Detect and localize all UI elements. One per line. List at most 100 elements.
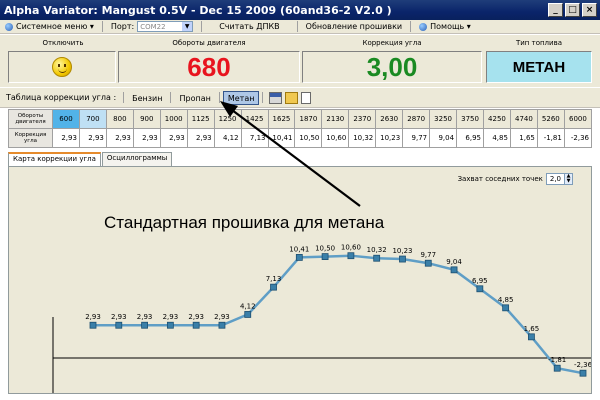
data-point[interactable] — [166, 321, 174, 329]
correction-cell[interactable]: 7,13 — [240, 128, 269, 148]
rpm-cell[interactable]: 1125 — [186, 109, 215, 129]
rpm-cell[interactable]: 5260 — [536, 109, 565, 129]
capture-value: 2,0 — [549, 175, 561, 183]
separator — [262, 92, 264, 103]
data-point[interactable] — [321, 253, 329, 260]
correction-cell[interactable]: -1,81 — [536, 128, 565, 148]
correction-cell[interactable]: 9,77 — [402, 128, 431, 148]
correction-cell[interactable]: 6,95 — [456, 128, 484, 148]
system-menu[interactable]: Системное меню ▾ — [0, 20, 99, 34]
correction-cell[interactable]: 2,93 — [105, 128, 134, 148]
port-value: COM22 — [140, 22, 166, 31]
rpm-cell[interactable]: 1870 — [294, 109, 323, 129]
rpm-cell[interactable]: 900 — [132, 109, 161, 129]
capture-spinner[interactable]: 2,0 ▲ ▼ — [545, 173, 573, 185]
rpm-cell[interactable]: 2130 — [321, 109, 350, 129]
data-point[interactable] — [244, 311, 252, 318]
correction-cell[interactable]: 10,23 — [375, 128, 404, 148]
correction-chart[interactable]: 2,93 2,93 2,93 2,93 2,93 2,93 4,12 7,13 10,41 10,… — [9, 167, 592, 394]
data-point[interactable] — [579, 369, 587, 377]
correction-cell[interactable]: 4,12 — [213, 128, 242, 148]
data-point[interactable] — [476, 285, 484, 293]
data-label: 6,95 — [472, 277, 488, 285]
menu-bar: Системное меню ▾ Порт: COM22 ▼ Считать Д… — [0, 20, 600, 34]
fuel-methane-button[interactable]: Метан — [222, 90, 260, 105]
data-point[interactable] — [115, 321, 123, 329]
correction-cell[interactable]: -2,36 — [563, 128, 593, 148]
rpm-cell[interactable]: 4740 — [509, 109, 538, 129]
correction-cell[interactable]: 2,93 — [132, 128, 161, 148]
tab-correction-map[interactable]: Карта коррекции угла — [8, 152, 101, 167]
rpm-cell[interactable]: 1000 — [159, 109, 188, 129]
data-point[interactable] — [502, 304, 510, 312]
rpm-cell[interactable]: 600 — [52, 109, 80, 129]
rpm-cell[interactable]: 6000 — [563, 109, 593, 129]
tab-oscillograms[interactable]: Осциллограммы — [101, 152, 173, 166]
read-dpkv-button[interactable]: Считать ДПКВ — [205, 20, 293, 34]
chevron-down-icon: ▼ — [182, 22, 193, 31]
smiley-icon — [52, 57, 72, 77]
fuel-petrol-button[interactable]: Бензин — [127, 91, 167, 105]
fuel-propane-button[interactable]: Пропан — [174, 91, 215, 105]
correction-cell[interactable]: 10,50 — [294, 128, 323, 148]
rpm-cell[interactable]: 1250 — [213, 109, 242, 129]
data-point[interactable] — [89, 321, 97, 329]
data-point[interactable] — [270, 283, 277, 291]
rpm-cell[interactable]: 3250 — [429, 109, 458, 129]
data-point[interactable] — [141, 321, 148, 329]
port-group: Порт: COM22 ▼ — [106, 20, 198, 34]
rpm-cell[interactable]: 2630 — [375, 109, 404, 129]
save-icon[interactable] — [269, 91, 283, 104]
data-label: 9,04 — [446, 258, 462, 266]
separator — [170, 92, 172, 103]
spinner-arrows-icon[interactable]: ▲ ▼ — [564, 174, 572, 184]
rpm-cell[interactable]: 800 — [105, 109, 134, 129]
rpm-label: Обороты двигателя — [172, 39, 246, 47]
correction-cell[interactable]: 10,32 — [348, 128, 377, 148]
data-point[interactable] — [399, 255, 406, 263]
rpm-cell[interactable]: 2870 — [402, 109, 431, 129]
data-point[interactable] — [373, 254, 381, 262]
data-label: 4,12 — [240, 302, 256, 310]
data-label: 1,65 — [524, 325, 540, 333]
window-title: Alpha Variator: Mangust 0.5V - Dec 15 20… — [4, 3, 392, 17]
angle-label: Коррекция угла — [362, 39, 422, 47]
update-firmware-button[interactable]: Обновление прошивки — [301, 20, 407, 34]
data-point[interactable] — [553, 364, 561, 372]
rpm-cell[interactable]: 3750 — [456, 109, 484, 129]
port-select[interactable]: COM22 ▼ — [137, 21, 194, 32]
correction-row-header: Коррекция угла — [8, 128, 53, 148]
rpm-cell[interactable]: 1425 — [240, 109, 269, 129]
data-label: 10,41 — [289, 245, 309, 253]
data-label: 9,77 — [420, 251, 436, 259]
new-file-icon[interactable] — [301, 91, 312, 104]
data-point[interactable] — [192, 321, 200, 329]
rpm-cell[interactable]: 700 — [78, 109, 107, 129]
rpm-cell[interactable]: 2370 — [348, 109, 377, 129]
correction-cell[interactable]: 9,04 — [429, 128, 458, 148]
correction-cell[interactable]: 2,93 — [186, 128, 215, 148]
correction-cell[interactable]: 4,85 — [483, 128, 511, 148]
rpm-cell[interactable]: 4250 — [483, 109, 511, 129]
data-point[interactable] — [347, 252, 355, 260]
help-menu[interactable]: Помощь ▾ — [414, 20, 476, 34]
data-point[interactable] — [528, 333, 535, 341]
separator — [410, 21, 412, 32]
data-point[interactable] — [218, 321, 226, 329]
disable-button[interactable] — [8, 51, 116, 83]
minimize-button[interactable]: _ — [548, 3, 563, 17]
correction-cell[interactable]: 10,60 — [321, 128, 350, 148]
correction-cell[interactable]: 2,93 — [78, 128, 107, 148]
rpm-cell[interactable]: 1625 — [267, 109, 296, 129]
data-point[interactable] — [450, 266, 458, 274]
correction-cell[interactable]: 1,65 — [509, 128, 538, 148]
correction-cell[interactable]: 2,93 — [159, 128, 188, 148]
maximize-button[interactable]: □ — [565, 3, 580, 17]
data-point[interactable] — [295, 254, 303, 261]
data-point[interactable] — [424, 259, 432, 267]
close-button[interactable]: × — [582, 3, 597, 17]
correction-cell[interactable]: 2,93 — [52, 128, 80, 148]
correction-cell[interactable]: 10,41 — [267, 128, 296, 148]
open-folder-icon[interactable] — [285, 91, 299, 104]
rpm-row: Обороты двигателя 600 700 800 900 1000 1125 12… — [8, 109, 593, 129]
